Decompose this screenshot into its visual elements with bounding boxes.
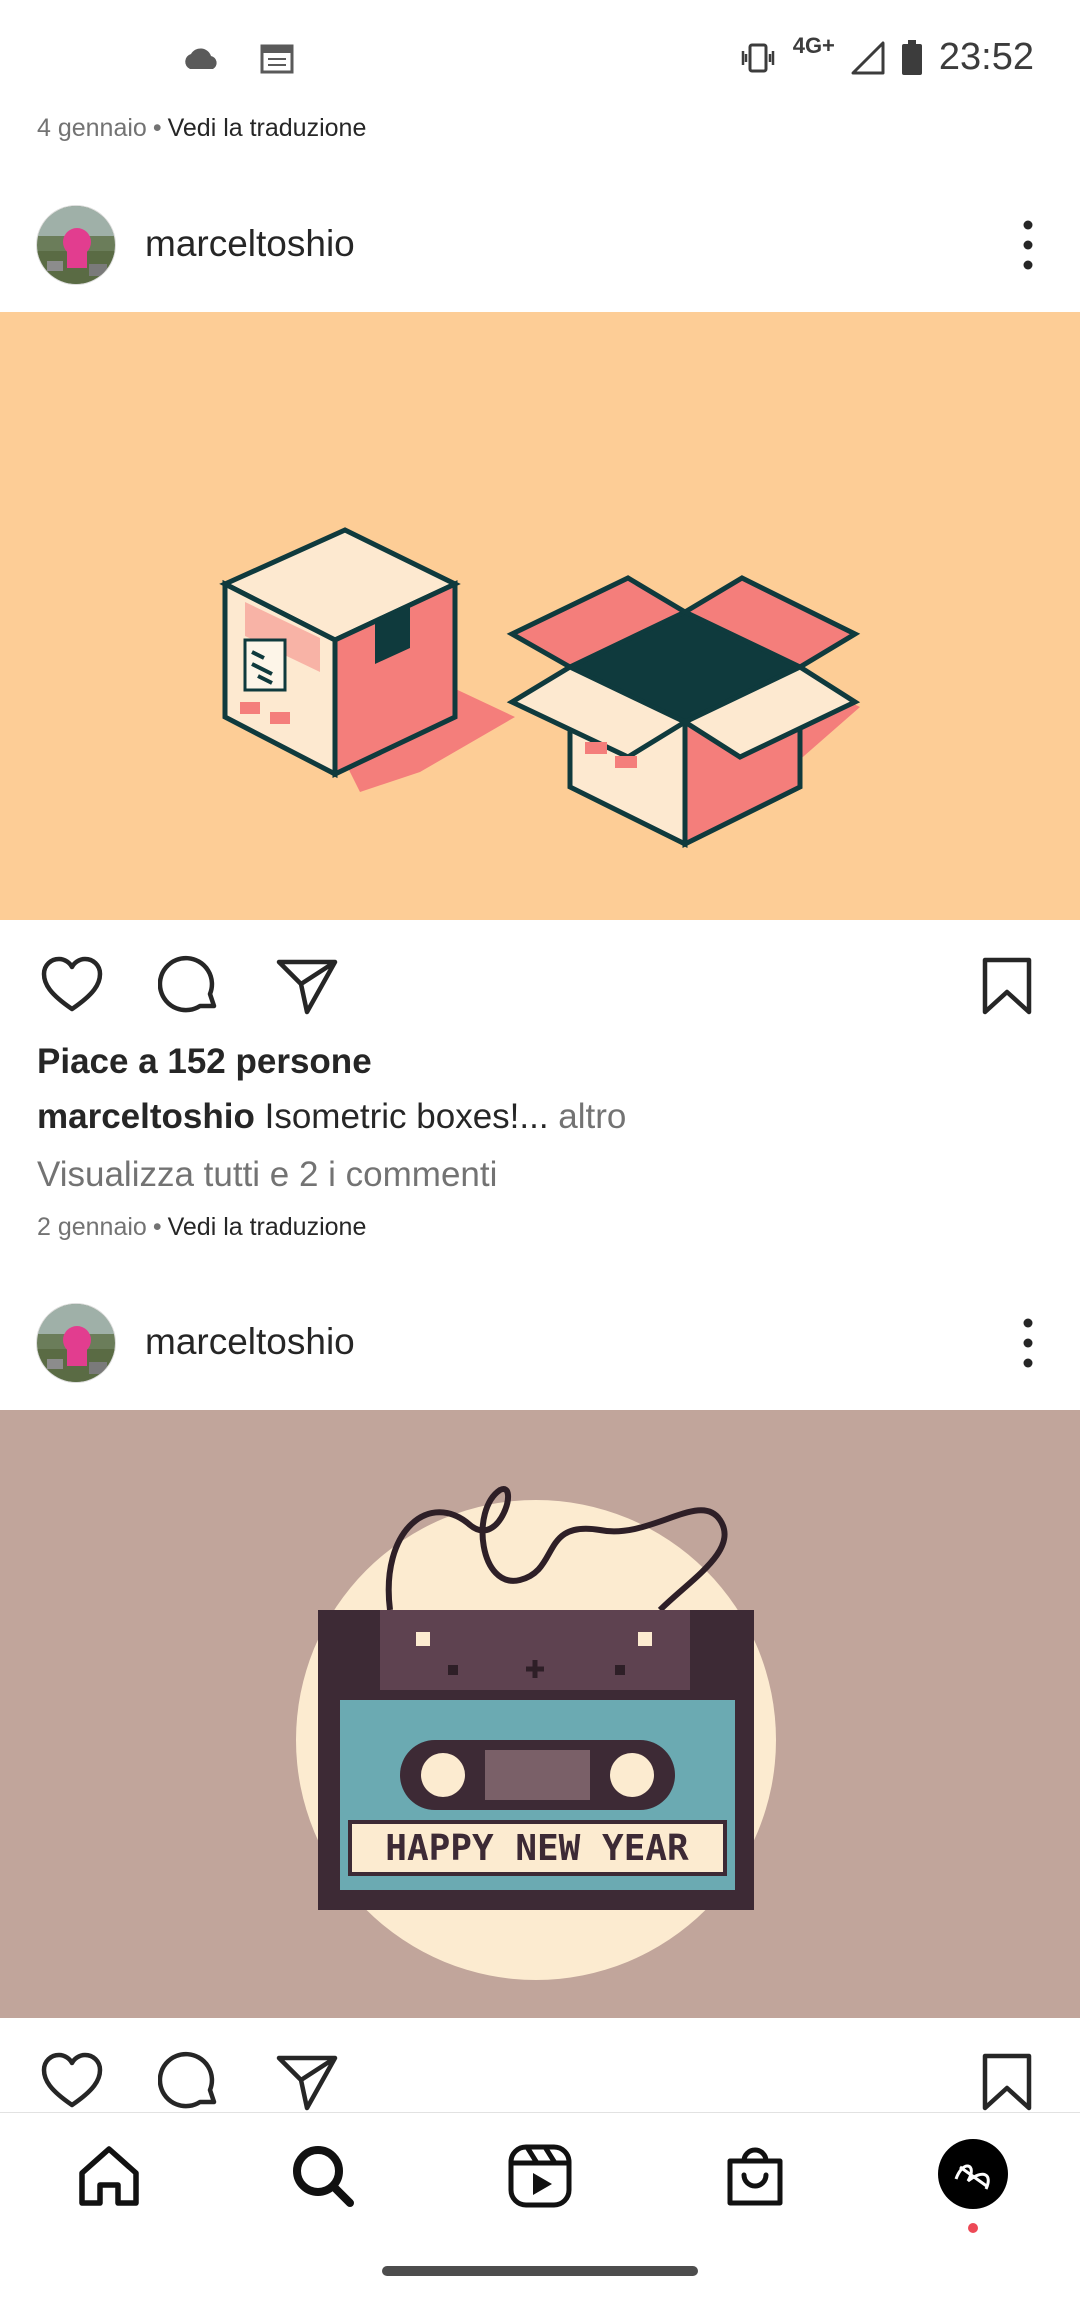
share-send-icon[interactable] <box>275 2050 339 2112</box>
meta-separator: • <box>152 1213 162 1241</box>
calendar-icon <box>260 44 294 74</box>
search-icon[interactable] <box>288 2141 358 2211</box>
user-avatar[interactable] <box>36 1303 116 1383</box>
notification-dot <box>968 2223 978 2233</box>
vibrate-icon <box>741 43 774 72</box>
share-send-icon[interactable] <box>275 954 339 1018</box>
like-heart-icon[interactable] <box>40 954 104 1018</box>
more-options-icon[interactable] <box>1016 1313 1040 1373</box>
cassette-label-text: HAPPY NEW YEAR <box>385 1828 689 1869</box>
see-translation-link[interactable]: Vedi la traduzione <box>168 1213 367 1241</box>
caption-username[interactable]: marceltoshio <box>37 1097 255 1136</box>
reels-icon[interactable] <box>505 2141 575 2211</box>
profile-avatar[interactable] <box>938 2139 1008 2209</box>
status-time: 23:52 <box>938 36 1034 78</box>
like-heart-icon[interactable] <box>40 2050 104 2112</box>
status-left-icons <box>182 44 294 74</box>
post-image-cassette[interactable]: HAPPY NEW YEAR <box>0 1410 1080 2018</box>
caption-text: Isometric boxes!... <box>264 1097 549 1136</box>
status-bar: 4G+ 23:52 <box>0 0 1080 120</box>
home-indicator[interactable] <box>382 2266 698 2276</box>
more-options-icon[interactable] <box>1016 215 1040 275</box>
post-username[interactable]: marceltoshio <box>145 1321 355 1363</box>
post-header: marceltoshio <box>0 185 1080 305</box>
signal-icon <box>851 41 885 74</box>
comment-icon[interactable] <box>158 954 222 1018</box>
likes-count[interactable]: Piace a 152 persone <box>37 1042 372 1082</box>
post-meta: 2 gennaio • Vedi la traduzione <box>37 1213 366 1242</box>
post-caption[interactable]: marceltoshio Isometric boxes!... altro <box>37 1097 626 1137</box>
shop-icon[interactable] <box>720 2141 790 2211</box>
save-bookmark-icon[interactable] <box>975 2050 1039 2112</box>
save-bookmark-icon[interactable] <box>975 954 1039 1018</box>
view-all-comments-link[interactable]: Visualizza tutti e 2 i commenti <box>37 1155 497 1195</box>
status-right-icons: 4G+ 23:52 <box>739 32 1034 79</box>
post-date: 2 gennaio <box>37 1213 147 1241</box>
post-image-isometric-boxes[interactable] <box>0 312 1080 920</box>
feed[interactable]: 4 gennaio • Vedi la traduzione marceltoshi… <box>0 0 1080 2112</box>
cloud-icon <box>185 48 217 69</box>
caption-more-link[interactable]: altro <box>549 1097 626 1136</box>
home-icon[interactable] <box>74 2141 144 2211</box>
post-actions <box>0 940 1080 1030</box>
network-type: 4G+ <box>792 32 835 58</box>
post-header: marceltoshio <box>0 1283 1080 1403</box>
post-username[interactable]: marceltoshio <box>145 223 355 265</box>
post-actions <box>0 2036 1080 2112</box>
user-avatar[interactable] <box>36 205 116 285</box>
comment-icon[interactable] <box>158 2050 222 2112</box>
battery-icon <box>901 39 922 75</box>
